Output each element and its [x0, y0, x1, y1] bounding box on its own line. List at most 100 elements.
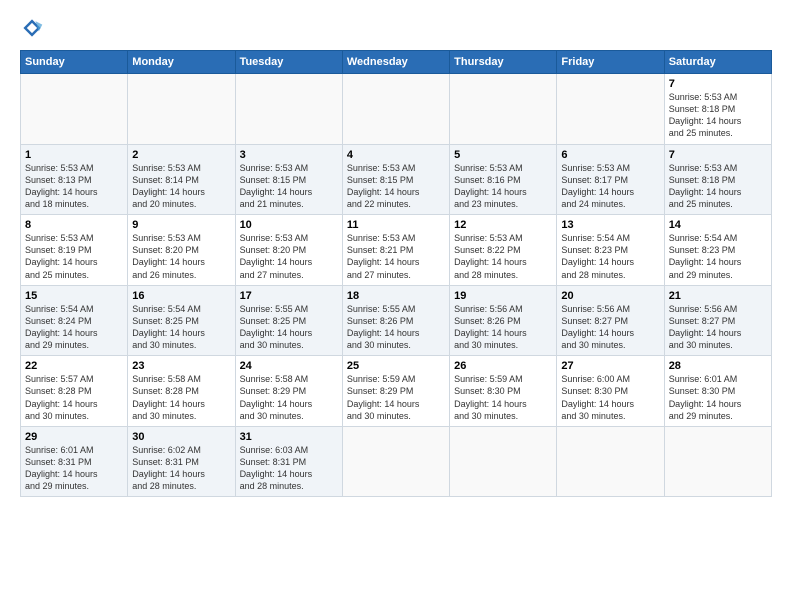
calendar-cell: 31 Sunrise: 6:03 AM Sunset: 8:31 PM Dayl… [235, 426, 342, 497]
header-day: Sunday [21, 51, 128, 74]
calendar-cell: 14 Sunrise: 5:54 AM Sunset: 8:23 PM Dayl… [664, 215, 771, 286]
day-info: Sunrise: 5:54 AM Sunset: 8:23 PM Dayligh… [669, 232, 767, 281]
day-info: Sunrise: 5:56 AM Sunset: 8:26 PM Dayligh… [454, 303, 552, 352]
day-number: 14 [669, 219, 767, 231]
header [20, 16, 772, 40]
day-number: 18 [347, 290, 445, 302]
calendar-cell: 15 Sunrise: 5:54 AM Sunset: 8:24 PM Dayl… [21, 285, 128, 356]
day-number: 1 [25, 149, 123, 161]
day-info: Sunrise: 5:55 AM Sunset: 8:26 PM Dayligh… [347, 303, 445, 352]
calendar-cell: 19 Sunrise: 5:56 AM Sunset: 8:26 PM Dayl… [450, 285, 557, 356]
logo [20, 16, 48, 40]
day-info: Sunrise: 6:02 AM Sunset: 8:31 PM Dayligh… [132, 444, 230, 493]
calendar-cell [235, 74, 342, 145]
calendar-cell [450, 74, 557, 145]
day-info: Sunrise: 5:53 AM Sunset: 8:17 PM Dayligh… [561, 162, 659, 211]
calendar-row: 22 Sunrise: 5:57 AM Sunset: 8:28 PM Dayl… [21, 356, 772, 427]
calendar-cell: 21 Sunrise: 5:56 AM Sunset: 8:27 PM Dayl… [664, 285, 771, 356]
day-number: 16 [132, 290, 230, 302]
calendar-cell: 13 Sunrise: 5:54 AM Sunset: 8:23 PM Dayl… [557, 215, 664, 286]
header-day: Saturday [664, 51, 771, 74]
day-info: Sunrise: 5:53 AM Sunset: 8:18 PM Dayligh… [669, 91, 767, 140]
day-info: Sunrise: 5:53 AM Sunset: 8:20 PM Dayligh… [132, 232, 230, 281]
day-info: Sunrise: 6:03 AM Sunset: 8:31 PM Dayligh… [240, 444, 338, 493]
calendar-cell: 9 Sunrise: 5:53 AM Sunset: 8:20 PM Dayli… [128, 215, 235, 286]
day-number: 30 [132, 431, 230, 443]
calendar-cell: 20 Sunrise: 5:56 AM Sunset: 8:27 PM Dayl… [557, 285, 664, 356]
day-number: 21 [669, 290, 767, 302]
day-number: 27 [561, 360, 659, 372]
day-number: 7 [669, 78, 767, 90]
calendar-cell [450, 426, 557, 497]
calendar-cell [342, 426, 449, 497]
day-info: Sunrise: 5:56 AM Sunset: 8:27 PM Dayligh… [669, 303, 767, 352]
day-number: 23 [132, 360, 230, 372]
day-info: Sunrise: 5:59 AM Sunset: 8:30 PM Dayligh… [454, 373, 552, 422]
day-number: 20 [561, 290, 659, 302]
header-day: Friday [557, 51, 664, 74]
day-info: Sunrise: 5:53 AM Sunset: 8:20 PM Dayligh… [240, 232, 338, 281]
header-day: Tuesday [235, 51, 342, 74]
calendar-cell: 22 Sunrise: 5:57 AM Sunset: 8:28 PM Dayl… [21, 356, 128, 427]
day-info: Sunrise: 5:53 AM Sunset: 8:15 PM Dayligh… [240, 162, 338, 211]
calendar-cell: 7 Sunrise: 5:53 AM Sunset: 8:18 PM Dayli… [664, 74, 771, 145]
day-info: Sunrise: 5:57 AM Sunset: 8:28 PM Dayligh… [25, 373, 123, 422]
calendar-cell: 5 Sunrise: 5:53 AM Sunset: 8:16 PM Dayli… [450, 144, 557, 215]
header-day: Wednesday [342, 51, 449, 74]
calendar-cell: 6 Sunrise: 5:53 AM Sunset: 8:17 PM Dayli… [557, 144, 664, 215]
calendar-cell: 26 Sunrise: 5:59 AM Sunset: 8:30 PM Dayl… [450, 356, 557, 427]
day-number: 4 [347, 149, 445, 161]
day-info: Sunrise: 5:58 AM Sunset: 8:29 PM Dayligh… [240, 373, 338, 422]
day-number: 11 [347, 219, 445, 231]
calendar-cell: 28 Sunrise: 6:01 AM Sunset: 8:30 PM Dayl… [664, 356, 771, 427]
calendar-cell: 16 Sunrise: 5:54 AM Sunset: 8:25 PM Dayl… [128, 285, 235, 356]
calendar-cell: 24 Sunrise: 5:58 AM Sunset: 8:29 PM Dayl… [235, 356, 342, 427]
day-info: Sunrise: 5:53 AM Sunset: 8:16 PM Dayligh… [454, 162, 552, 211]
calendar-cell [342, 74, 449, 145]
day-info: Sunrise: 5:55 AM Sunset: 8:25 PM Dayligh… [240, 303, 338, 352]
calendar-cell: 17 Sunrise: 5:55 AM Sunset: 8:25 PM Dayl… [235, 285, 342, 356]
day-number: 5 [454, 149, 552, 161]
day-info: Sunrise: 5:53 AM Sunset: 8:13 PM Dayligh… [25, 162, 123, 211]
day-info: Sunrise: 5:54 AM Sunset: 8:25 PM Dayligh… [132, 303, 230, 352]
day-number: 8 [25, 219, 123, 231]
day-number: 15 [25, 290, 123, 302]
logo-icon [20, 16, 44, 40]
day-number: 25 [347, 360, 445, 372]
day-number: 29 [25, 431, 123, 443]
day-number: 31 [240, 431, 338, 443]
calendar-cell: 3 Sunrise: 5:53 AM Sunset: 8:15 PM Dayli… [235, 144, 342, 215]
day-number: 10 [240, 219, 338, 231]
day-info: Sunrise: 6:00 AM Sunset: 8:30 PM Dayligh… [561, 373, 659, 422]
calendar-row: 15 Sunrise: 5:54 AM Sunset: 8:24 PM Dayl… [21, 285, 772, 356]
header-day: Monday [128, 51, 235, 74]
day-number: 28 [669, 360, 767, 372]
header-day: Thursday [450, 51, 557, 74]
day-number: 24 [240, 360, 338, 372]
day-number: 26 [454, 360, 552, 372]
calendar-cell [557, 74, 664, 145]
calendar-row: 29 Sunrise: 6:01 AM Sunset: 8:31 PM Dayl… [21, 426, 772, 497]
calendar-cell: 27 Sunrise: 6:00 AM Sunset: 8:30 PM Dayl… [557, 356, 664, 427]
day-number: 22 [25, 360, 123, 372]
day-number: 9 [132, 219, 230, 231]
calendar-row: 8 Sunrise: 5:53 AM Sunset: 8:19 PM Dayli… [21, 215, 772, 286]
calendar-cell: 30 Sunrise: 6:02 AM Sunset: 8:31 PM Dayl… [128, 426, 235, 497]
day-number: 13 [561, 219, 659, 231]
calendar-cell: 4 Sunrise: 5:53 AM Sunset: 8:15 PM Dayli… [342, 144, 449, 215]
day-info: Sunrise: 6:01 AM Sunset: 8:31 PM Dayligh… [25, 444, 123, 493]
day-info: Sunrise: 5:56 AM Sunset: 8:27 PM Dayligh… [561, 303, 659, 352]
calendar-cell: 10 Sunrise: 5:53 AM Sunset: 8:20 PM Dayl… [235, 215, 342, 286]
calendar-cell: 1 Sunrise: 5:53 AM Sunset: 8:13 PM Dayli… [21, 144, 128, 215]
calendar-cell: 25 Sunrise: 5:59 AM Sunset: 8:29 PM Dayl… [342, 356, 449, 427]
day-number: 2 [132, 149, 230, 161]
day-info: Sunrise: 5:53 AM Sunset: 8:21 PM Dayligh… [347, 232, 445, 281]
day-info: Sunrise: 5:53 AM Sunset: 8:15 PM Dayligh… [347, 162, 445, 211]
day-number: 7 [669, 149, 767, 161]
header-row: SundayMondayTuesdayWednesdayThursdayFrid… [21, 51, 772, 74]
calendar-row: 1 Sunrise: 5:53 AM Sunset: 8:13 PM Dayli… [21, 144, 772, 215]
day-info: Sunrise: 5:58 AM Sunset: 8:28 PM Dayligh… [132, 373, 230, 422]
calendar-cell [557, 426, 664, 497]
day-number: 6 [561, 149, 659, 161]
day-number: 17 [240, 290, 338, 302]
